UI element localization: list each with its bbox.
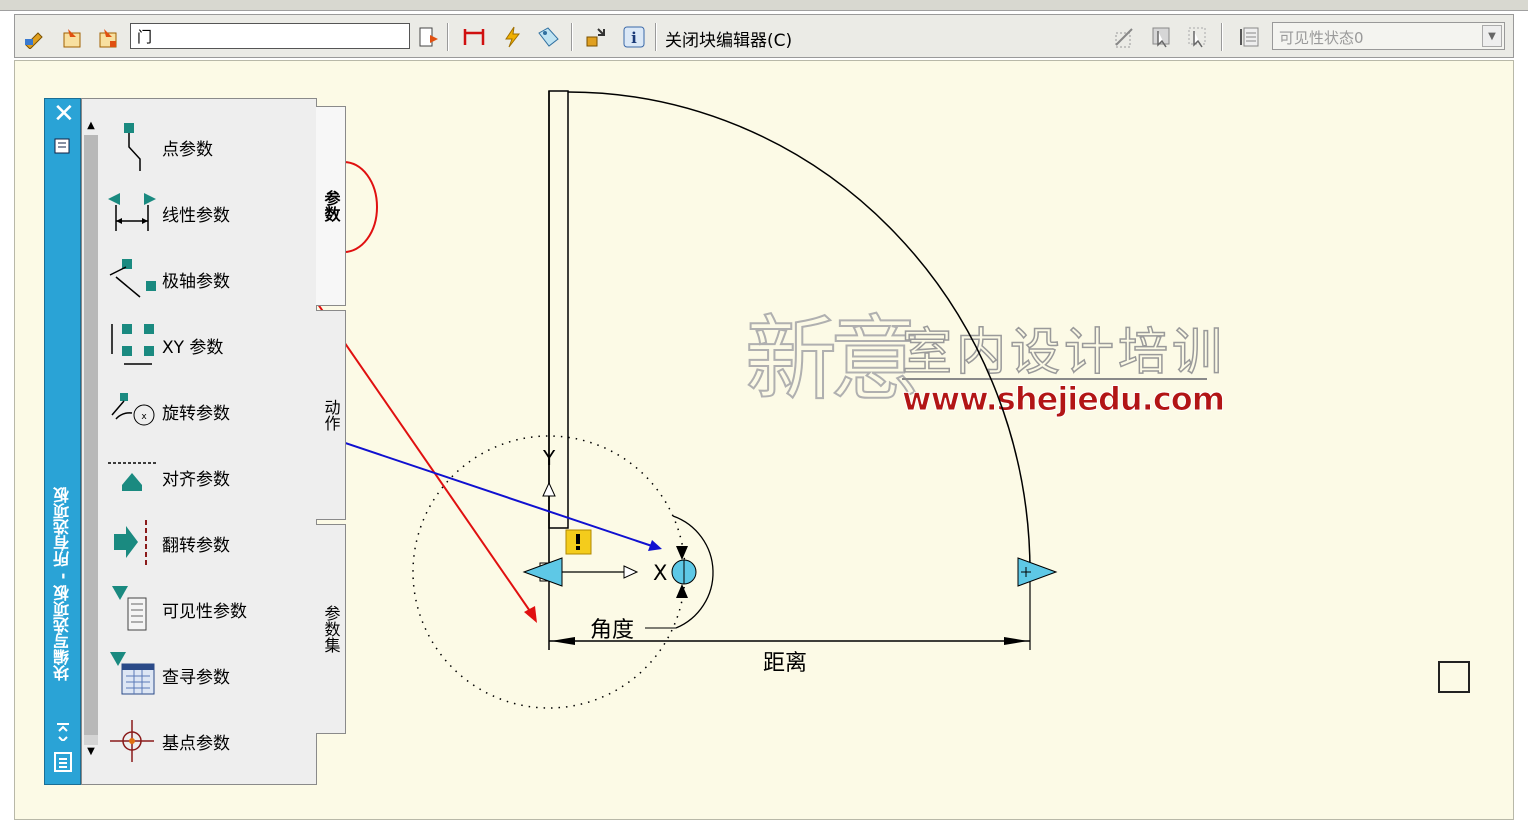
tool-label: 基点参数	[162, 733, 230, 754]
palette-title: 块编写选项板 - 所有选项板	[53, 487, 72, 681]
ucs-y-arrow-icon	[542, 481, 556, 497]
basepoint-parameter-tool[interactable]: 基点参数	[106, 711, 306, 771]
red-arrowhead-icon	[524, 606, 537, 623]
xy-parameter-icon	[111, 324, 154, 365]
ucs-x-label: X	[653, 561, 668, 585]
warning-mark	[576, 534, 580, 544]
tool-label: 翻转参数	[162, 535, 230, 556]
tool-label: 旋转参数	[162, 403, 230, 424]
rotation-parameter-tool[interactable]: x 旋转参数	[106, 381, 306, 441]
scroll-down-button[interactable]: ▼	[84, 745, 98, 759]
linear-parameter-tool[interactable]: 线性参数	[106, 183, 306, 243]
tab-parameter-sets[interactable]: 参数集	[316, 524, 346, 734]
flip-parameter-tool[interactable]: 翻转参数	[106, 513, 306, 573]
lookup-parameter-tool[interactable]: 查寻参数	[106, 645, 306, 705]
canvas-checkbox[interactable]	[1438, 661, 1470, 693]
tool-label: 极轴参数	[162, 271, 230, 292]
palette-title-bar[interactable]: ✕ 块编写选项板 - 所有选项板	[44, 98, 81, 785]
visibility-parameter-tool[interactable]: 可见性参数	[106, 579, 306, 639]
blue-arrowhead-icon	[648, 540, 662, 551]
tool-label: 点参数	[162, 139, 213, 160]
distance-parameter-label[interactable]: 距离	[763, 645, 807, 677]
close-icon[interactable]: ✕	[53, 101, 75, 127]
tool-label: XY 参数	[162, 337, 224, 358]
point-parameter-tool[interactable]: 点参数	[106, 117, 306, 177]
ucs-x-arrow-icon	[623, 565, 639, 579]
dim-arrow-left-icon	[551, 637, 575, 645]
palette-properties-icon[interactable]	[53, 137, 73, 157]
alignment-parameter-tool[interactable]: 对齐参数	[106, 447, 306, 507]
tab-parameters-label: 参数	[321, 190, 341, 222]
palette-menu-icon[interactable]	[53, 751, 73, 773]
xy-parameter-tool[interactable]: XY 参数	[106, 315, 306, 375]
point-parameter-icon	[124, 123, 141, 171]
palette-body: ▲ ▼ 点参数 线性参数 极轴参数 XY 参数 x 旋转参数 对齐参数 翻转参数…	[81, 98, 317, 785]
alignment-parameter-icon	[108, 462, 156, 491]
warning-mark	[576, 546, 580, 550]
linear-parameter-icon	[108, 193, 156, 231]
scrollbar-thumb[interactable]	[84, 135, 98, 735]
tool-label: 查寻参数	[162, 667, 230, 688]
palette-scrollbar[interactable]	[84, 135, 98, 745]
door-swing-arc	[567, 91, 1031, 573]
linear-grip-left-icon[interactable]	[522, 557, 563, 587]
svg-text:x: x	[141, 412, 147, 422]
basepoint-parameter-icon	[110, 720, 154, 762]
polar-parameter-icon	[109, 259, 156, 298]
polar-parameter-tool[interactable]: 极轴参数	[106, 249, 306, 309]
tool-label: 线性参数	[162, 205, 230, 226]
scroll-up-button[interactable]: ▲	[84, 119, 98, 133]
flip-parameter-icon	[114, 520, 147, 566]
palette-autohide-icon[interactable]	[53, 719, 73, 741]
dim-arrow-right-icon	[1004, 637, 1028, 645]
angle-arrow-bottom-icon	[676, 584, 688, 598]
tab-parameters[interactable]: 参数	[316, 106, 346, 306]
rotation-parameter-icon: x	[111, 393, 155, 426]
ucs-y-label: Y	[543, 446, 556, 470]
angle-parameter-label[interactable]: 角度	[590, 612, 634, 644]
tool-label: 可见性参数	[162, 601, 247, 622]
tab-parameter-sets-label: 参数集	[321, 605, 341, 653]
angle-arrow-top-icon	[676, 546, 688, 560]
tab-actions[interactable]: 动作	[316, 310, 346, 520]
tool-label: 对齐参数	[162, 469, 230, 490]
tab-actions-label: 动作	[321, 399, 341, 431]
visibility-parameter-icon	[112, 586, 147, 631]
lookup-parameter-icon	[110, 652, 155, 695]
